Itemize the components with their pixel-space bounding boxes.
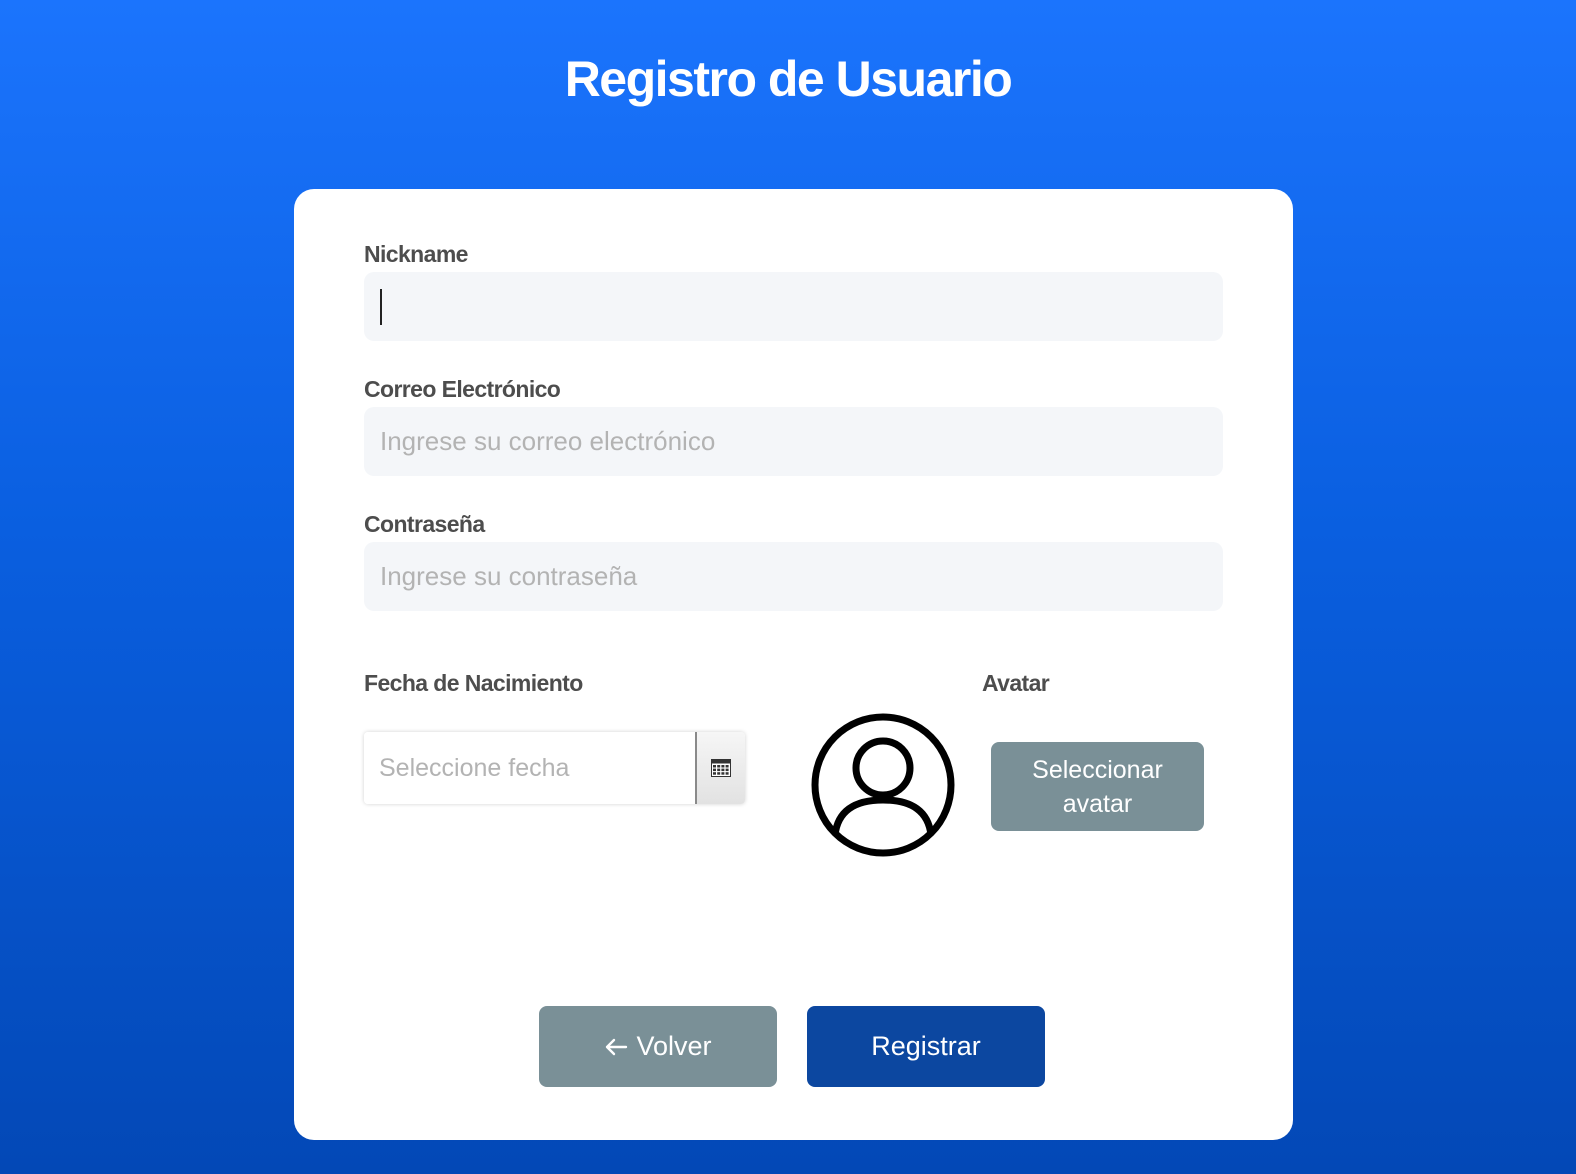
register-button[interactable]: Registrar bbox=[807, 1006, 1045, 1087]
registration-card: Nickname Correo Electrónico Contraseña F… bbox=[294, 189, 1293, 1140]
nickname-label: Nickname bbox=[364, 241, 468, 267]
select-avatar-button[interactable]: Seleccionar avatar bbox=[991, 742, 1204, 831]
avatar-label: Avatar bbox=[982, 670, 1050, 696]
password-input[interactable] bbox=[364, 542, 1223, 611]
birthdate-picker bbox=[364, 732, 745, 804]
back-button[interactable]: Volver bbox=[539, 1006, 777, 1087]
calendar-icon bbox=[711, 759, 731, 777]
back-button-label: Volver bbox=[636, 1031, 712, 1061]
birthdate-input[interactable] bbox=[364, 732, 695, 804]
nickname-input[interactable] bbox=[364, 272, 1223, 341]
page-title: Registro de Usuario bbox=[564, 51, 1013, 107]
birthdate-label: Fecha de Nacimiento bbox=[364, 670, 583, 696]
arrow-left-icon bbox=[606, 1038, 628, 1055]
email-input[interactable] bbox=[364, 407, 1223, 476]
calendar-button[interactable] bbox=[695, 732, 745, 804]
password-label: Contraseña bbox=[364, 511, 485, 537]
text-caret bbox=[380, 289, 382, 325]
nickname-field-wrapper bbox=[364, 272, 1223, 341]
email-label: Correo Electrónico bbox=[364, 376, 561, 402]
user-avatar-icon bbox=[811, 713, 955, 857]
